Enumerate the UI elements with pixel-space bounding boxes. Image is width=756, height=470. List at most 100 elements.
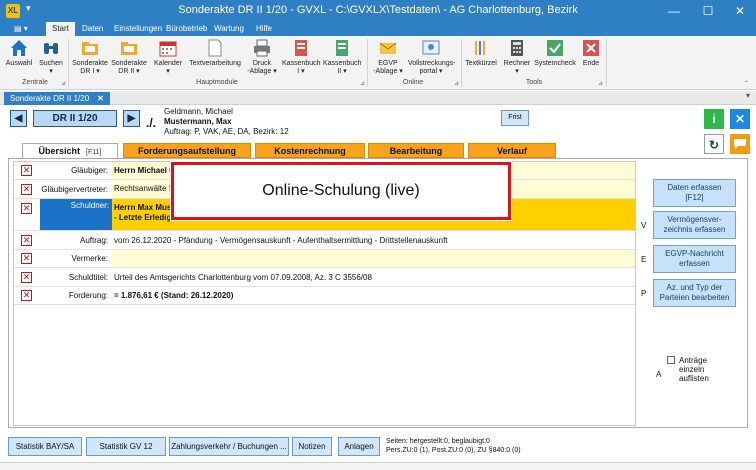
systemcheck-button[interactable]: Systemcheck (534, 38, 576, 68)
textverarbeitung-button[interactable]: Textverarbeitung (187, 38, 243, 68)
next-file-button[interactable]: ▶ (123, 110, 140, 127)
tab-kostenrechnung[interactable]: Kostenrechnung (255, 143, 365, 158)
ende-button[interactable]: Ende (578, 38, 604, 68)
creditor-name: Geldmann, Michael (164, 107, 233, 116)
order-summary: Auftrag: P, VAK, AE, DA, Bezirk: 12 (164, 127, 289, 136)
pages-counter: Seiten: hergestellt:0, beglaubigt:0 (386, 438, 490, 445)
antraege-checkbox-group[interactable]: Anträge einzeln auflisten (667, 356, 709, 383)
egvp-nachricht-button[interactable]: EGVP-Nachricht erfassen (653, 245, 736, 273)
vollstreckungsportal-button[interactable]: Vollstreckungs- portal ▾ (408, 38, 455, 76)
kalender-label: Kalender (153, 60, 183, 67)
glaeubiger-label: Gläubiger: (71, 166, 108, 175)
auswahl-button[interactable]: Auswahl (4, 38, 34, 68)
delete-checkbox-icon[interactable]: ✕ (21, 203, 32, 214)
kassenbuch2-button[interactable]: Kassenbuch II ▾ (323, 38, 362, 76)
row-forderung[interactable]: ✕ Forderung: = 1.876,61 € (Stand: 26.12.… (14, 287, 635, 305)
ribbon-collapse-icon[interactable]: ⌃ (744, 80, 749, 87)
row-schuldtitel[interactable]: ✕ Schuldtitel: Urteil des Amtsgerichts C… (14, 268, 635, 287)
antraege-label2: einzeln (679, 365, 705, 374)
delete-checkbox-icon[interactable]: ✕ (21, 184, 32, 195)
frist-button[interactable]: Frist (501, 110, 529, 126)
printer-icon (252, 38, 272, 58)
minimize-button[interactable]: — (658, 0, 690, 22)
tab-daten[interactable]: Daten (76, 22, 109, 36)
tab-uebersicht[interactable]: Übersicht [F11] (22, 143, 118, 159)
versus-separator: ./. (146, 116, 157, 130)
group-launcher-icon[interactable]: ⊿ (598, 80, 603, 87)
close-tab-icon[interactable]: ✕ (97, 94, 104, 103)
row-auftrag[interactable]: ✕ Auftrag: vom 26.12.2020 - Pfändung - V… (14, 231, 635, 250)
sonderakte-dr2-label: Sonderakte (111, 60, 147, 67)
egvp-ablage-button[interactable]: EGVP -Ablage ▾ (371, 38, 405, 76)
vermoegensverzeichnis-button[interactable]: Vermögensver- zeichnis erfassen (653, 211, 736, 239)
maximize-button[interactable]: ☐ (692, 0, 724, 22)
sonderakte-dr1-button[interactable]: Sonderakte DR I ▾ (72, 38, 108, 76)
delete-checkbox-icon[interactable]: ✕ (21, 253, 32, 264)
document-tab[interactable]: Sonderakte DR II 1/20 ✕ (4, 92, 110, 105)
delete-checkbox-icon[interactable]: ✕ (21, 235, 32, 246)
row-vermerke[interactable]: ✕ Vermerke: (14, 250, 635, 268)
auftrag-value: vom 26.12.2020 - Pfändung - Vermögensaus… (114, 236, 448, 245)
delete-checkbox-icon[interactable]: ✕ (21, 290, 32, 301)
document-counters: Seiten: hergestellt:0, beglaubigt:0 Pers… (386, 437, 521, 455)
sonderakte-dr2-sub: DR II ▾ (118, 68, 140, 75)
refresh-icon[interactable]: ↻ (704, 134, 724, 154)
chat-icon[interactable] (730, 134, 750, 154)
file-number-button[interactable]: DR II 1/20 (33, 110, 117, 127)
statistik-gv12-button[interactable]: Statistik GV 12 (86, 437, 166, 456)
ende-label: Ende (582, 60, 600, 67)
zahlungsverkehr-button[interactable]: Zahlungsverkehr / Buchungen ... (169, 437, 289, 456)
tab-hilfe[interactable]: Hilfe (250, 22, 278, 36)
vermoegensverzeichnis-label2: zeichnis erfassen (663, 225, 726, 234)
group-divider (367, 39, 368, 87)
tab-list-dropdown[interactable]: ▾ (746, 91, 750, 100)
party-info: Geldmann, Michael Mustermann, Max Auftra… (164, 107, 289, 137)
delete-checkbox-icon[interactable]: ✕ (21, 272, 32, 283)
parteien-bearbeiten-label2: Parteien bearbeiten (659, 293, 730, 302)
vermoegensverzeichnis-label1: Vermögensver- (667, 215, 722, 224)
druck-ablage-button[interactable]: Druck -Ablage ▾ (246, 38, 278, 76)
tab-start[interactable]: Start (46, 22, 75, 36)
egvp-nachricht-label2: erfassen (679, 259, 710, 268)
kassenbuch1-button[interactable]: Kassenbuch I ▾ (282, 38, 321, 76)
tab-buerobetrieb[interactable]: Bürobetrieb (160, 22, 213, 36)
tab-bearbeitung[interactable]: Bearbeitung (368, 143, 464, 158)
kassenbuch2-label: Kassenbuch (323, 60, 362, 67)
statistik-bay-sa-button[interactable]: Statistik BAY/SA (8, 437, 82, 456)
delete-checkbox-icon[interactable]: ✕ (21, 165, 32, 176)
vermerke-value (112, 250, 635, 267)
group-launcher-icon[interactable]: ⊿ (360, 80, 365, 87)
folder-icon (80, 38, 100, 58)
close-window-button[interactable]: ✕ (724, 0, 756, 22)
info-icon[interactable]: i (704, 109, 724, 129)
textkuerzel-button[interactable]: Textkürzel (464, 38, 498, 68)
sonderakte-dr2-button[interactable]: Sonderakte DR II ▾ (111, 38, 147, 76)
document-icon (205, 38, 225, 58)
file-menu-button[interactable]: ▤ ▾ (8, 22, 34, 36)
notizen-button[interactable]: Notizen (292, 437, 332, 456)
binoculars-icon (41, 38, 61, 58)
close-file-icon[interactable]: ✕ (730, 109, 750, 129)
daten-erfassen-button[interactable]: Daten erfassen [F12] (653, 179, 736, 207)
tab-uebersicht-label: Übersicht (38, 146, 81, 156)
daten-erfassen-label: Daten erfassen (667, 183, 722, 192)
kassenbuch2-sub: II ▾ (337, 68, 347, 75)
document-tab-strip: Sonderakte DR II 1/20 ✕ ▾ (0, 91, 756, 105)
antraege-checkbox[interactable] (667, 356, 675, 364)
group-launcher-icon[interactable]: ⊿ (61, 80, 66, 87)
tab-forderungsaufstellung[interactable]: Forderungsaufstellung (123, 143, 251, 158)
tab-verlauf[interactable]: Verlauf (468, 143, 556, 158)
daten-erfassen-key: [F12] (685, 193, 704, 202)
group-launcher-icon[interactable]: ⊿ (454, 80, 459, 87)
tab-wartung[interactable]: Wartung (208, 22, 250, 36)
sonderakte-dr1-label: Sonderakte (72, 60, 108, 67)
schuldner-label: Schuldner: (40, 199, 112, 230)
suchen-button[interactable]: Suchen ▾ (36, 38, 66, 76)
previous-file-button[interactable]: ◀ (10, 110, 27, 127)
kalender-button[interactable]: Kalender ▾ (151, 38, 185, 76)
parteien-bearbeiten-button[interactable]: Az. und Typ der Parteien bearbeiten (653, 279, 736, 307)
rechner-button[interactable]: Rechner ▾ (502, 38, 532, 76)
antraege-label3: auflisten (679, 374, 709, 383)
anlagen-button[interactable]: Anlagen (338, 437, 380, 456)
ribbon: Auswahl Suchen ▾ Zentrale ⊿ Sonderakte D… (0, 36, 756, 90)
